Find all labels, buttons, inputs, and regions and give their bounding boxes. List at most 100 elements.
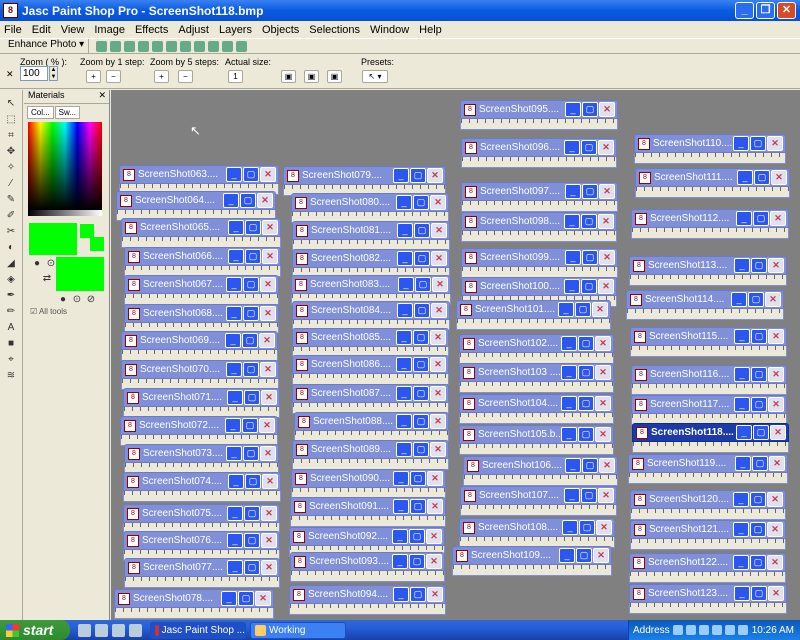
image-window[interactable]: 8 ScreenShot074.... _ ▢ ✕	[123, 472, 281, 506]
image-minimize-button[interactable]: _	[227, 560, 243, 575]
foreground-color-swatch[interactable]	[29, 223, 77, 255]
tool-options-close-icon[interactable]: ✕	[6, 69, 14, 80]
tray-icon-4[interactable]	[711, 625, 722, 635]
move-tool-icon[interactable]: ✥	[4, 145, 18, 158]
fit-image-button[interactable]: ▣	[304, 70, 319, 83]
image-minimize-button[interactable]: _	[226, 362, 242, 377]
image-close-button[interactable]: ✕	[430, 414, 446, 429]
image-window-title-bar[interactable]: 8 ScreenShot103 .... _ ▢ ✕	[459, 363, 614, 382]
tab-colors[interactable]: Col...	[27, 106, 54, 119]
image-window[interactable]: 8 ScreenShot119.... _ ▢ ✕	[628, 454, 788, 488]
image-window[interactable]: 8 ScreenShot121.... _ ▢ ✕	[630, 520, 786, 554]
menu-layers[interactable]: Layers	[219, 24, 252, 36]
menu-adjust[interactable]: Adjust	[178, 24, 209, 36]
image-window-title-bar[interactable]: 8 ScreenShot105.b.... _ ▢ ✕	[459, 425, 614, 444]
image-close-button[interactable]: ✕	[768, 329, 784, 344]
image-minimize-button[interactable]: _	[396, 414, 412, 429]
image-window[interactable]: 8 ScreenShot077.... _ ▢ ✕	[124, 558, 280, 592]
clone-brush-tool-icon[interactable]: ✐	[4, 209, 18, 222]
image-window-title-bar[interactable]: 8 ScreenShot104.... _ ▢ ✕	[459, 394, 614, 413]
image-close-button[interactable]: ✕	[599, 458, 615, 473]
image-close-button[interactable]: ✕	[595, 396, 611, 411]
image-minimize-button[interactable]: _	[734, 258, 750, 273]
maximize-button[interactable]: ❐	[756, 2, 775, 19]
image-minimize-button[interactable]: _	[227, 506, 243, 521]
image-window-title-bar[interactable]: 8 ScreenShot116.... _ ▢ ✕	[631, 365, 787, 384]
image-window-title-bar[interactable]: 8 ScreenShot081.... _ ▢ ✕	[292, 221, 450, 240]
image-close-button[interactable]: ✕	[598, 279, 614, 294]
image-window-title-bar[interactable]: 8 ScreenShot100.... _ ▢ ✕	[461, 277, 617, 296]
address-label[interactable]: Address	[633, 625, 670, 636]
image-minimize-button[interactable]: _	[223, 193, 239, 208]
image-window-title-bar[interactable]: 8 ScreenShot114.... _ ▢ ✕	[626, 290, 784, 309]
image-maximize-button[interactable]: ▢	[245, 220, 261, 235]
zoom-in-1-button[interactable]: +	[86, 70, 101, 83]
image-minimize-button[interactable]: _	[734, 397, 750, 412]
image-minimize-button[interactable]: _	[734, 586, 750, 601]
flood-fill-tool-icon[interactable]: ◈	[4, 273, 18, 286]
image-maximize-button[interactable]: ▢	[414, 223, 430, 238]
image-window-title-bar[interactable]: 8 ScreenShot092.... _ ▢ ✕	[289, 527, 445, 546]
image-window[interactable]: 8 ScreenShot118.... _ ▢ ✕	[632, 423, 789, 457]
text-tool-icon[interactable]: A	[4, 321, 18, 334]
image-maximize-button[interactable]: ▢	[243, 167, 259, 182]
image-window-title-bar[interactable]: 8 ScreenShot106.... _ ▢ ✕	[463, 456, 618, 475]
red-eye-icon[interactable]	[194, 40, 206, 52]
image-minimize-button[interactable]: _	[737, 170, 753, 185]
image-minimize-button[interactable]: _	[565, 184, 581, 199]
image-minimize-button[interactable]: _	[226, 446, 242, 461]
zoom-spinner[interactable]: ▲ ▼	[49, 66, 58, 81]
image-maximize-button[interactable]: ▢	[578, 396, 594, 411]
clarify-icon[interactable]	[152, 40, 164, 52]
image-minimize-button[interactable]: _	[565, 458, 581, 473]
image-minimize-button[interactable]: _	[565, 250, 581, 265]
menu-objects[interactable]: Objects	[262, 24, 299, 36]
close-button[interactable]: ✕	[777, 2, 796, 19]
image-minimize-button[interactable]: _	[226, 277, 242, 292]
menu-file[interactable]: File	[4, 24, 22, 36]
image-window-title-bar[interactable]: 8 ScreenShot074.... _ ▢ ✕	[123, 472, 281, 491]
zoom-in-5-button[interactable]: +	[154, 70, 169, 83]
menu-image[interactable]: Image	[94, 24, 125, 36]
image-window-title-bar[interactable]: 8 ScreenShot070.... _ ▢ ✕	[121, 360, 279, 379]
image-close-button[interactable]: ✕	[765, 292, 781, 307]
image-window[interactable]: 8 ScreenShot112.... _ ▢ ✕	[631, 209, 789, 243]
image-close-button[interactable]: ✕	[767, 136, 783, 151]
image-close-button[interactable]: ✕	[599, 184, 615, 199]
image-minimize-button[interactable]: _	[228, 474, 244, 489]
image-window[interactable]: 8 ScreenShot115.... _ ▢ ✕	[630, 327, 787, 361]
image-minimize-button[interactable]: _	[733, 555, 749, 570]
image-minimize-button[interactable]: _	[736, 425, 752, 440]
image-minimize-button[interactable]: _	[561, 336, 577, 351]
image-window-title-bar[interactable]: 8 ScreenShot090.... _ ▢ ✕	[291, 469, 446, 488]
image-window[interactable]: 8 ScreenShot105.b.... _ ▢ ✕	[459, 425, 614, 459]
image-close-button[interactable]: ✕	[426, 554, 442, 569]
image-maximize-button[interactable]: ▢	[242, 418, 258, 433]
pointer-tool-icon[interactable]: ↖	[4, 97, 18, 110]
tray-icon-3[interactable]	[698, 625, 709, 635]
image-window-title-bar[interactable]: 8 ScreenShot079.... _ ▢ ✕	[283, 166, 446, 185]
image-window-title-bar[interactable]: 8 ScreenShot088.... _ ▢ ✕	[294, 412, 449, 431]
image-window[interactable]: 8 ScreenShot110.... _ ▢ ✕	[634, 134, 786, 168]
image-window-title-bar[interactable]: 8 ScreenShot122.... _ ▢ ✕	[629, 553, 786, 572]
image-minimize-button[interactable]: _	[564, 488, 580, 503]
tray-icon-1[interactable]	[672, 625, 683, 635]
color-spectrum[interactable]	[28, 122, 102, 210]
image-minimize-button[interactable]: _	[731, 292, 747, 307]
bg-transparent-icon[interactable]: ⊘	[84, 293, 98, 306]
image-maximize-button[interactable]: ▢	[245, 474, 261, 489]
image-close-button[interactable]: ✕	[598, 488, 614, 503]
image-window[interactable]: 8 ScreenShot107.... _ ▢ ✕	[460, 486, 617, 520]
menu-help[interactable]: Help	[419, 24, 442, 36]
image-close-button[interactable]: ✕	[770, 425, 786, 440]
image-window[interactable]: 8 ScreenShot114.... _ ▢ ✕	[626, 290, 784, 324]
scratch-icon[interactable]	[208, 40, 220, 52]
image-window-title-bar[interactable]: 8 ScreenShot102.... _ ▢ ✕	[459, 334, 614, 353]
dodge-tool-icon[interactable]: ◐	[4, 241, 18, 254]
image-minimize-button[interactable]: _	[396, 442, 412, 457]
image-maximize-button[interactable]: ▢	[753, 211, 769, 226]
preset-shape-tool-icon[interactable]: ■	[4, 337, 18, 350]
selection-tool-icon[interactable]: ⬚	[4, 113, 18, 126]
quick-launch-icon-2[interactable]	[95, 623, 108, 637]
image-maximize-button[interactable]: ▢	[245, 249, 261, 264]
